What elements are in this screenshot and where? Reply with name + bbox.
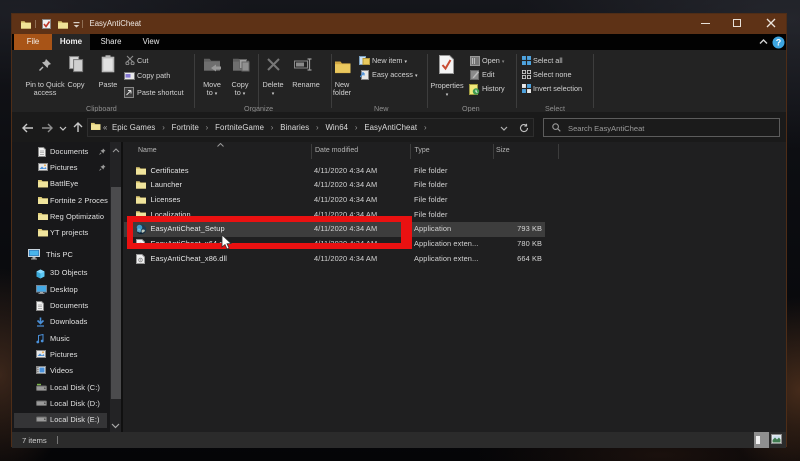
svg-text:?: ?	[776, 38, 782, 48]
